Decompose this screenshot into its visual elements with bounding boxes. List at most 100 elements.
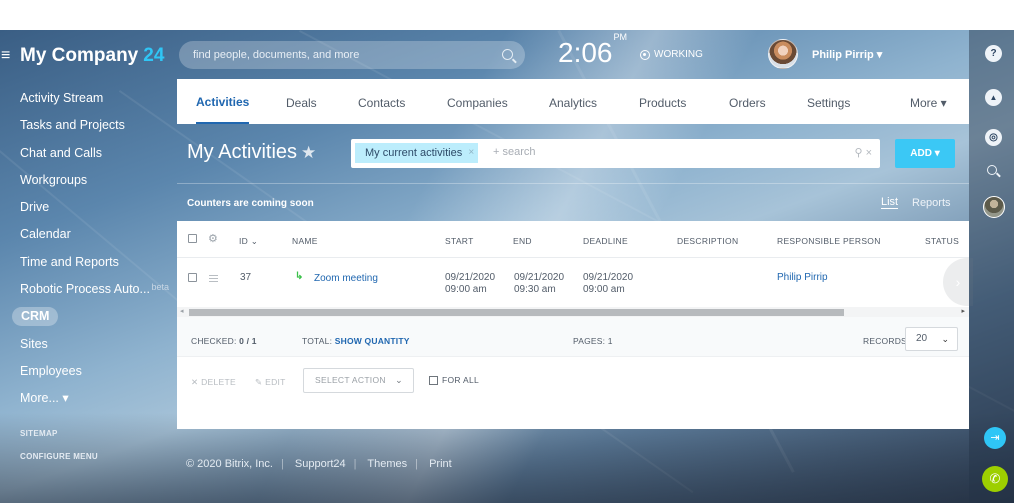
add-button[interactable]: ADD ▾ (895, 139, 955, 168)
support24-link[interactable]: Support24 (295, 458, 346, 470)
col-status[interactable]: STATUS (925, 236, 959, 246)
select-all-checkbox[interactable] (188, 234, 197, 243)
show-quantity-link[interactable]: SHOW QUANTITY (335, 336, 410, 346)
menu-item-workgroups[interactable]: Workgroups (0, 167, 176, 194)
filter-placeholder: + search (493, 146, 536, 158)
tab-analytics[interactable]: Analytics (549, 79, 597, 124)
select-action-dropdown[interactable]: SELECT ACTION ⌄ (303, 368, 414, 393)
records-label: RECORDS: (863, 336, 910, 346)
beta-badge: beta (151, 282, 169, 293)
scroll-left-icon[interactable]: ◂ (180, 307, 184, 315)
group-actions: ✕ DELETE ✎ EDIT SELECT ACTION ⌄ FOR ALL (177, 358, 969, 398)
row-start-time: 09:00 am (445, 284, 487, 295)
tab-activities[interactable]: Activities (196, 79, 250, 124)
chat-icon[interactable]: ◎ (985, 129, 1002, 146)
tab-products[interactable]: Products (639, 79, 686, 124)
page-title: My Activities (187, 141, 298, 163)
themes-link[interactable]: Themes (367, 458, 407, 470)
scroll-right-icon[interactable]: ▸ (961, 307, 965, 315)
row-checkbox[interactable] (188, 273, 197, 282)
tab-settings[interactable]: Settings (807, 79, 850, 124)
phone-call-icon[interactable]: ✆ (982, 466, 1008, 492)
menu-item-rpa[interactable]: Robotic Process Auto... beta (0, 276, 176, 303)
row-start-date: 09/21/2020 (445, 272, 496, 283)
clock[interactable]: 2:06PM (558, 32, 627, 69)
tab-more[interactable]: More ▾ (910, 79, 947, 124)
menu-item-drive[interactable]: Drive (0, 194, 176, 221)
col-deadline[interactable]: DEADLINE (583, 236, 628, 246)
user-avatar[interactable] (768, 39, 798, 69)
counters-text: Counters are coming soon (187, 198, 314, 209)
favorite-star-icon[interactable]: ★ (301, 143, 316, 163)
configure-menu-link[interactable]: CONFIGURE MENU (20, 452, 98, 461)
edit-button[interactable]: ✎ EDIT (255, 377, 286, 388)
row-deadline-time: 09:00 am (583, 284, 625, 295)
separator: | (280, 458, 284, 470)
view-list-link[interactable]: List (881, 196, 899, 209)
row-name-link[interactable]: Zoom meeting (314, 273, 378, 284)
search-icon[interactable] (502, 49, 513, 60)
left-menu: ≡ My Company 24 Activity Stream Tasks and… (0, 30, 176, 503)
chevron-down-icon: ⌄ (395, 375, 403, 385)
horizontal-scrollbar[interactable]: ◂ ▸ (177, 307, 969, 317)
tab-orders[interactable]: Orders (729, 79, 766, 124)
title-area: My Activities ★ My current activities × +… (177, 124, 969, 182)
row-end-time: 09:30 am (514, 284, 556, 295)
separator: | (415, 458, 418, 470)
scrollbar-thumb[interactable] (189, 309, 844, 316)
tab-contacts[interactable]: Contacts (358, 79, 405, 124)
counter-bar: Counters are coming soon List Reports (177, 183, 969, 221)
separator: | (353, 458, 357, 470)
remove-filter-icon[interactable]: × (468, 143, 474, 163)
global-search-input[interactable]: find people, documents, and more (179, 41, 525, 69)
contact-avatar[interactable] (983, 196, 1005, 218)
menu-item-sites[interactable]: Sites (0, 331, 176, 358)
records-per-page-select[interactable]: 20 ⌄ (905, 327, 958, 351)
menu-item-time-reports[interactable]: Time and Reports (0, 249, 176, 276)
user-menu[interactable]: Philip Pirrip ▾ (812, 48, 882, 61)
menu-item-chat[interactable]: Chat and Calls (0, 140, 176, 167)
tab-deals[interactable]: Deals (286, 79, 317, 124)
menu-item-more[interactable]: More... ▾ (0, 385, 176, 412)
menu-item-tasks[interactable]: Tasks and Projects (0, 112, 176, 139)
work-status[interactable]: WORKING (640, 49, 703, 60)
col-id[interactable]: ID ⌄ (239, 236, 258, 247)
filter-search-input[interactable]: My current activities × + search ⚲ × (351, 139, 880, 168)
menu-list: Activity Stream Tasks and Projects Chat … (0, 85, 176, 413)
filter-tag[interactable]: My current activities × (355, 143, 479, 163)
exit-icon[interactable]: ⇥ (984, 427, 1006, 449)
view-reports-link[interactable]: Reports (912, 197, 951, 209)
col-name[interactable]: NAME (292, 236, 318, 246)
delete-button[interactable]: ✕ DELETE (191, 377, 236, 388)
notifications-bell-icon[interactable]: ▲ (985, 89, 1002, 106)
gear-icon[interactable]: ⚙ (208, 232, 218, 245)
row-responsible-link[interactable]: Philip Pirrip (777, 272, 828, 283)
menu-item-employees[interactable]: Employees (0, 358, 176, 385)
tab-companies[interactable]: Companies (447, 79, 508, 124)
checkbox-box[interactable] (429, 375, 438, 385)
menu-item-crm[interactable]: CRM (0, 303, 176, 330)
edit-pencil-icon: ✎ (255, 377, 263, 387)
menu-item-activity-stream[interactable]: Activity Stream (0, 85, 176, 112)
row-drag-handle-icon[interactable] (209, 275, 218, 282)
col-start[interactable]: START (445, 236, 474, 246)
pages-count: PAGES: 1 (573, 336, 613, 346)
activities-grid: ⚙ ID ⌄ NAME START END DEADLINE DESCRIPTI… (177, 221, 973, 429)
col-responsible[interactable]: RESPONSIBLE PERSON (777, 236, 881, 246)
company-name: My Company 24 (20, 45, 165, 66)
menu-item-calendar[interactable]: Calendar (0, 221, 176, 248)
col-end[interactable]: END (513, 236, 532, 246)
sitemap-link[interactable]: SITEMAP (20, 429, 58, 438)
grid-header: ⚙ ID ⌄ NAME START END DEADLINE DESCRIPTI… (177, 221, 969, 258)
crm-tabs: Activities Deals Contacts Companies Anal… (177, 79, 969, 124)
col-description[interactable]: DESCRIPTION (677, 236, 738, 246)
for-all-checkbox[interactable]: FOR ALL (429, 375, 479, 385)
chevron-down-icon: ▾ (876, 49, 883, 61)
print-link[interactable]: Print (429, 458, 452, 470)
delete-x-icon: ✕ (191, 377, 199, 387)
right-search-icon[interactable] (987, 165, 997, 175)
burger-menu-icon[interactable]: ≡ (1, 48, 14, 64)
logo[interactable]: ≡ My Company 24 (0, 44, 164, 68)
help-icon[interactable]: ? (985, 45, 1002, 62)
filter-search-clear-icon[interactable]: ⚲ × (854, 146, 872, 159)
